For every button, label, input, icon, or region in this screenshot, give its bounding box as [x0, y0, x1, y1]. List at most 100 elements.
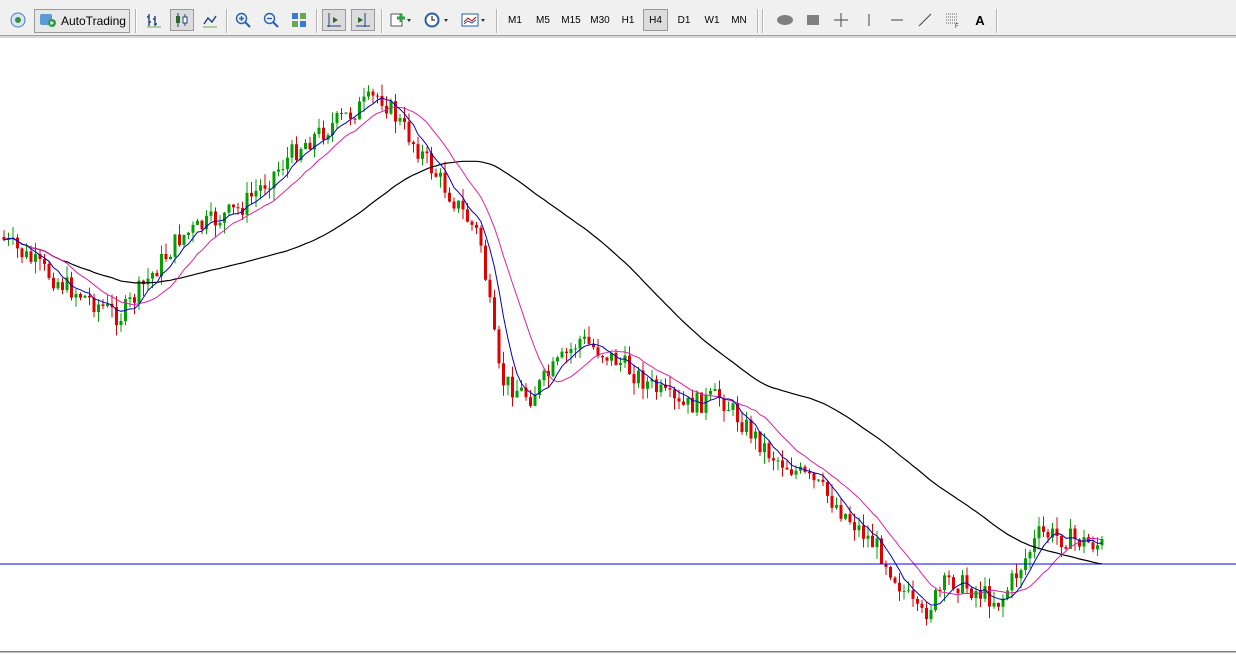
bar-chart-icon[interactable] [143, 9, 165, 31]
candle-body [434, 173, 438, 177]
candle-body [218, 222, 222, 226]
templates-icon[interactable] [458, 9, 490, 31]
timeframe-h4[interactable]: H4 [643, 9, 668, 31]
toolbar-separator [135, 9, 137, 33]
candle-body [646, 381, 649, 389]
candle-body [1015, 573, 1018, 579]
candle-body [232, 204, 235, 208]
candle-body [947, 575, 951, 578]
candle-body [515, 390, 519, 398]
crosshair-icon[interactable] [829, 9, 853, 31]
candle-body [529, 397, 532, 406]
candle-body [682, 401, 685, 405]
timeframe-h1[interactable]: H1 [616, 9, 640, 31]
candle-body [601, 356, 604, 358]
vertical-line-icon[interactable] [857, 9, 881, 31]
candle-body [1019, 570, 1023, 579]
line-chart-icon[interactable] [199, 9, 221, 31]
candle-body [475, 224, 478, 228]
candle-body [911, 590, 915, 599]
text-tool-icon[interactable]: A [969, 9, 991, 31]
candle-body [956, 588, 960, 594]
candle-body [578, 338, 582, 349]
candle-body [164, 254, 168, 260]
fibonacci-icon[interactable]: F [941, 9, 965, 31]
candle-body [461, 200, 465, 210]
candle-body [25, 251, 28, 258]
candle-body [992, 602, 996, 607]
candle-body [79, 293, 82, 298]
indicators-icon[interactable] [387, 9, 415, 31]
candle-body [668, 387, 672, 390]
toolbar-separator [762, 9, 764, 33]
candle-body [1060, 535, 1063, 547]
price-chart[interactable] [0, 36, 1236, 660]
candle-body [290, 144, 294, 158]
candle-body [695, 392, 699, 413]
candle-body [20, 248, 24, 258]
candle-body [214, 211, 217, 226]
candle-body [155, 272, 159, 277]
candle-body [1046, 531, 1050, 538]
ellipse-tool-icon[interactable] [773, 9, 797, 31]
candle-body [740, 422, 744, 432]
timeframe-d1[interactable]: D1 [672, 9, 696, 31]
candle-body [871, 535, 874, 548]
candle-body [808, 471, 811, 474]
candle-body [686, 397, 690, 405]
candle-body [259, 185, 262, 191]
chart-canvas[interactable] [0, 36, 1236, 651]
candle-body [866, 535, 870, 539]
network-icon[interactable] [6, 9, 30, 31]
candle-body [619, 362, 622, 366]
candle-body [101, 304, 105, 307]
horizontal-line-icon[interactable] [885, 9, 909, 31]
candle-body [812, 473, 816, 481]
timeframe-mn[interactable]: MN [727, 9, 751, 31]
candle-body [416, 144, 420, 159]
timeframe-m30[interactable]: M30 [587, 9, 613, 31]
candle-body [511, 376, 514, 398]
autotrading-button[interactable]: AutoTrading [34, 9, 130, 33]
candle-body [223, 212, 226, 223]
candle-body [745, 419, 748, 432]
timeframe-m5[interactable]: M5 [531, 9, 555, 31]
periodicity-icon[interactable] [420, 9, 452, 31]
candle-body [376, 95, 379, 97]
candle-body [34, 254, 37, 262]
toolbar-separator [316, 9, 318, 33]
candle-body [704, 394, 708, 413]
candle-body [488, 279, 492, 298]
candlestick-icon[interactable] [170, 9, 194, 31]
candle-body [574, 348, 577, 350]
rectangle-tool-icon[interactable] [801, 9, 825, 31]
zoom-in-icon[interactable] [232, 9, 254, 31]
tile-windows-icon[interactable] [288, 9, 310, 31]
auto-scroll-icon[interactable] [351, 9, 375, 31]
zoom-out-icon[interactable] [260, 9, 282, 31]
candle-body [227, 204, 231, 213]
timeframe-w1[interactable]: W1 [700, 9, 724, 31]
candle-body [902, 590, 906, 592]
candle-body [70, 277, 73, 298]
timeframe-m15[interactable]: M15 [558, 9, 584, 31]
candle-body [245, 192, 249, 215]
toolbar-separator [226, 9, 228, 33]
timeframe-m1[interactable]: M1 [503, 9, 527, 31]
candle-body [790, 469, 793, 475]
candle-body [56, 282, 60, 289]
candle-body [817, 479, 820, 481]
candle-body [263, 185, 267, 189]
candle-body [191, 224, 195, 233]
candle-body [1042, 526, 1045, 532]
candle-body [133, 297, 136, 303]
candle-body [731, 403, 735, 410]
candle-body [277, 169, 280, 172]
trendline-icon[interactable] [913, 9, 937, 31]
candle-body [758, 431, 762, 453]
candle-body [628, 355, 631, 375]
candle-body [196, 220, 199, 225]
candle-body [1033, 538, 1036, 552]
chart-shift-icon[interactable] [322, 9, 346, 31]
candle-body [637, 370, 640, 384]
